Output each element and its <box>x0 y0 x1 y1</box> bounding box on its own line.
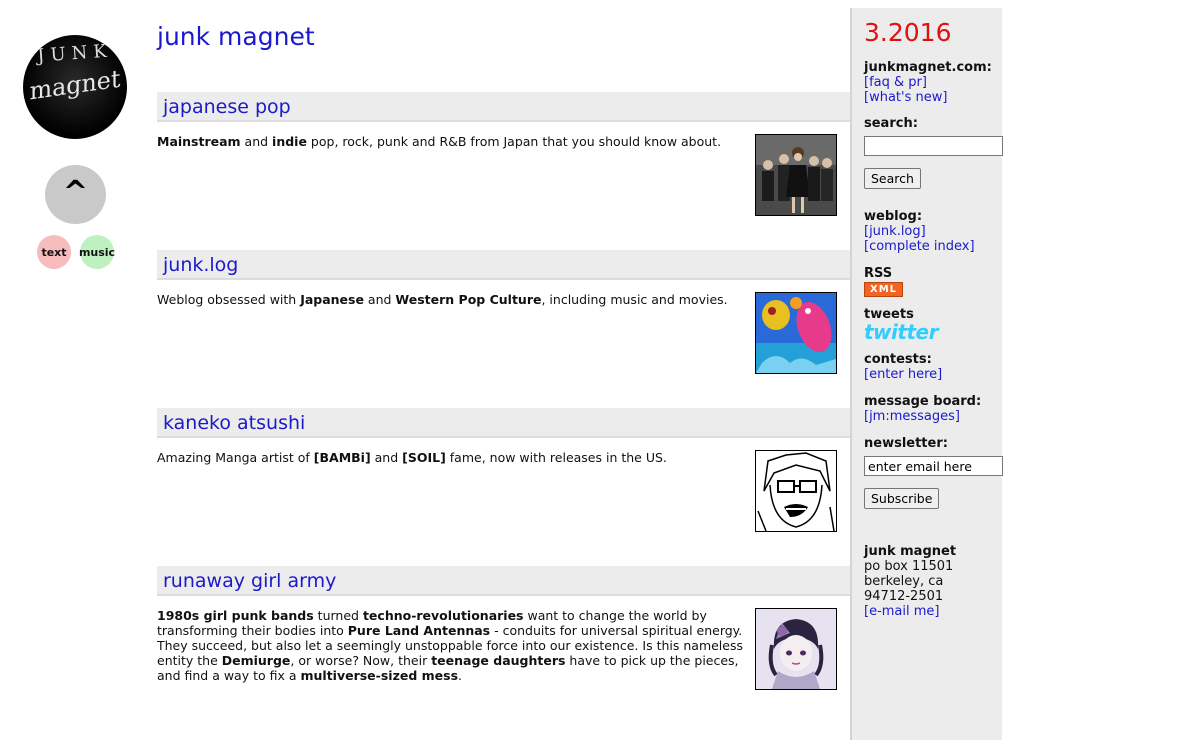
kaneko-atsushi-thumbnail[interactable] <box>755 450 837 532</box>
section-description: Amazing Manga artist of [BAMBi] and [SOI… <box>157 450 667 465</box>
bold-text: [BAMBi] <box>313 450 371 465</box>
xml-feed-icon[interactable]: XML <box>864 282 904 297</box>
section-title-link[interactable]: japanese pop <box>157 92 850 122</box>
bold-text: Japanese <box>300 292 364 307</box>
subscribe-button[interactable]: Subscribe <box>864 488 940 509</box>
logo-line-2: magnet <box>29 64 121 106</box>
sidebar: 3.2016 junkmagnet.com: [faq & pr] [what'… <box>850 8 1003 740</box>
section-japanese-pop: japanese pop Mainstream and indie pop, r… <box>157 92 850 216</box>
junk-log-thumbnail[interactable] <box>755 292 837 374</box>
section-header: runaway girl army <box>157 566 850 596</box>
site-heading: junkmagnet.com: <box>864 60 992 75</box>
junklog-link[interactable]: [junk.log] <box>864 224 975 239</box>
section-title-link[interactable]: kaneko atsushi <box>157 408 850 438</box>
section-header: japanese pop <box>157 92 850 122</box>
newsletter-email-input[interactable] <box>864 456 1003 476</box>
japanese-pop-thumbnail[interactable] <box>755 134 837 216</box>
section-runaway-girl-army: runaway girl army 1980s girl punk bands … <box>157 566 850 690</box>
mailing-address: junk magnet po box 11501 berkeley, ca 94… <box>864 544 956 619</box>
weblog-block: weblog: [junk.log] [complete index] <box>864 209 975 254</box>
section-header: junk.log <box>157 250 850 280</box>
search-button[interactable]: Search <box>864 168 921 189</box>
newsletter-block: newsletter: Subscribe <box>864 436 1003 509</box>
address-line: po box 11501 <box>864 559 954 574</box>
up-arrow-button[interactable]: ^ <box>45 165 106 224</box>
search-block: search: Search <box>864 116 1003 189</box>
bold-text: Demiurge <box>221 653 291 668</box>
section-description: Mainstream and indie pop, rock, punk and… <box>157 134 722 149</box>
contests-block: contests: [enter here] <box>864 352 942 382</box>
bold-text: multiverse-sized mess <box>300 668 459 683</box>
section-junk-log: junk.log Weblog obsessed with Japanese a… <box>157 250 850 374</box>
section-title-link[interactable]: junk.log <box>157 250 850 280</box>
site-title[interactable]: junk magnet <box>157 22 315 51</box>
section-description: Weblog obsessed with Japanese and Wester… <box>157 292 728 307</box>
search-heading: search: <box>864 116 918 131</box>
newsletter-heading: newsletter: <box>864 436 948 451</box>
weblog-heading: weblog: <box>864 209 923 224</box>
bold-text: Mainstream <box>157 134 241 149</box>
bold-text: 1980s girl punk bands <box>157 608 314 623</box>
text-nav-button[interactable]: text <box>37 235 71 269</box>
contests-link[interactable]: [enter here] <box>864 367 942 382</box>
bold-text: indie <box>272 134 307 149</box>
logo-line-1: JUNK <box>36 40 114 67</box>
section-title-link[interactable]: runaway girl army <box>157 566 850 596</box>
address-line: 94712-2501 <box>864 589 944 604</box>
runaway-girl-army-thumbnail[interactable] <box>755 608 837 690</box>
contests-heading: contests: <box>864 352 932 367</box>
site-links-block: junkmagnet.com: [faq & pr] [what's new] <box>864 60 992 105</box>
complete-index-link[interactable]: [complete index] <box>864 239 975 254</box>
whats-new-link[interactable]: [what's new] <box>864 90 992 105</box>
email-link[interactable]: [e-mail me] <box>864 604 956 619</box>
junk-magnet-logo[interactable]: JUNK magnet <box>23 35 127 139</box>
twitter-icon[interactable]: twitter <box>864 320 938 344</box>
address-name: junk magnet <box>864 544 957 559</box>
music-nav-button[interactable]: music <box>79 235 115 269</box>
bold-text: Pure Land Antennas <box>347 623 491 638</box>
issue-date: 3.2016 <box>864 18 952 47</box>
section-description: 1980s girl punk bands turned techno-revo… <box>157 608 743 683</box>
rss-block: RSS XML <box>864 266 904 297</box>
tweets-block: tweets twitter <box>864 307 938 343</box>
search-input[interactable] <box>864 136 1003 156</box>
address-line: berkeley, ca <box>864 574 944 589</box>
bold-text: [SOIL] <box>402 450 446 465</box>
faq-link[interactable]: [faq & pr] <box>864 75 992 90</box>
section-header: kaneko atsushi <box>157 408 850 438</box>
message-board-block: message board: [jm:messages] <box>864 394 981 424</box>
bold-text: teenage daughters <box>431 653 566 668</box>
section-kaneko-atsushi: kaneko atsushi Amazing Manga artist of [… <box>157 408 850 532</box>
message-board-heading: message board: <box>864 394 982 409</box>
rss-heading: RSS <box>864 266 893 281</box>
bold-text: Western Pop Culture <box>395 292 542 307</box>
bold-text: techno-revolutionaries <box>362 608 524 623</box>
message-board-link[interactable]: [jm:messages] <box>864 409 981 424</box>
caret-up-icon: ^ <box>62 175 89 210</box>
